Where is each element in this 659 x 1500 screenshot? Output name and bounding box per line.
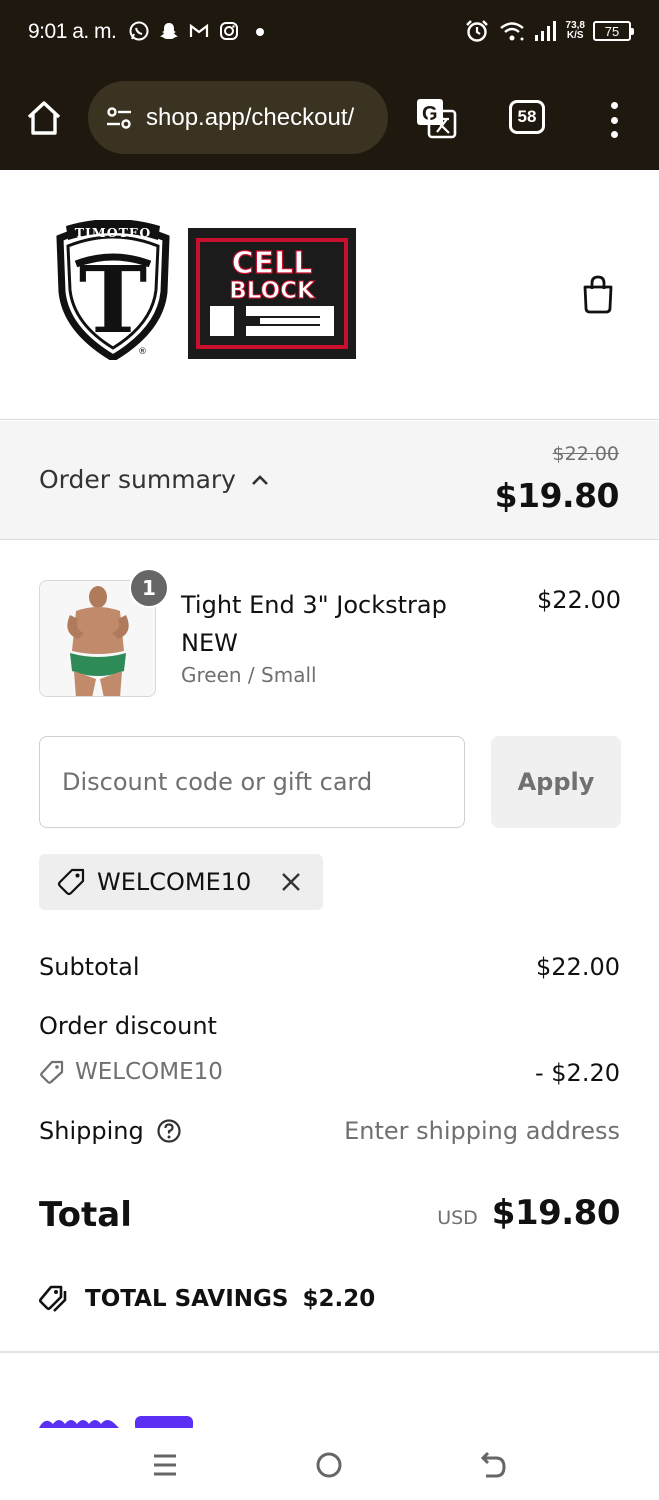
status-bar: 9:01 a. m. 73,8 K/S 75: [0, 0, 659, 66]
notification-icons: [128, 20, 240, 42]
applied-discount-chip: WELCOME10: [39, 854, 323, 910]
more-notifications-dot: [256, 28, 264, 36]
shipping-value: Enter shipping address: [344, 1117, 620, 1145]
total-savings-label: TOTAL SAVINGS: [85, 1286, 289, 1312]
home-icon[interactable]: [24, 98, 64, 138]
address-bar[interactable]: shop.app/checkout/: [88, 81, 388, 154]
total-label: Total: [39, 1195, 132, 1235]
cart-icon[interactable]: [580, 274, 616, 314]
discount-code-input[interactable]: [39, 736, 465, 828]
wifi-icon: [499, 22, 524, 41]
network-speed-unit: K/S: [566, 30, 584, 41]
status-time: 9:01 a. m.: [28, 20, 117, 43]
total-amount: $19.80: [491, 1193, 621, 1233]
total-currency: USD: [437, 1207, 478, 1229]
subtotal-value: $22.00: [536, 953, 620, 981]
order-summary-label: Order summary: [39, 465, 236, 494]
tab-switcher-button[interactable]: 58: [509, 100, 545, 134]
svg-text:BLOCK: BLOCK: [229, 278, 316, 304]
browser-toolbar: shop.app/checkout/ G 58: [0, 66, 659, 170]
gmail-icon: [189, 23, 209, 37]
svg-text:CELL: CELL: [232, 246, 313, 281]
site-settings-icon[interactable]: [104, 103, 134, 133]
subtotal-label: Subtotal: [39, 953, 140, 981]
total-savings-row: TOTAL SAVINGS $2.20: [39, 1283, 375, 1315]
total-amount-group: USD $19.80: [437, 1193, 620, 1233]
whatsapp-icon: [129, 21, 149, 41]
cell-signal-icon: [534, 21, 556, 41]
shipping-label: Shipping: [39, 1117, 144, 1145]
instagram-icon: [220, 22, 238, 40]
more-menu-icon[interactable]: [602, 100, 626, 140]
order-discount-value: - $2.20: [535, 1059, 620, 1087]
applied-discount-code: WELCOME10: [97, 868, 252, 896]
product-variant: Green / Small: [181, 663, 317, 687]
snapchat-icon: [160, 23, 178, 39]
url-text[interactable]: shop.app/checkout/: [146, 104, 378, 132]
help-circle-icon[interactable]: [156, 1118, 182, 1144]
quantity-badge: 1: [129, 568, 169, 608]
svg-text:®: ®: [138, 347, 147, 357]
store-header: TIMOTEO T ® CELL BLOCK ®: [0, 170, 659, 420]
order-summary-toggle[interactable]: Order summary: [39, 465, 270, 494]
home-nav-icon[interactable]: [314, 1450, 344, 1480]
line-item: 1 Tight End 3" Jockstrap NEW Green / Sma…: [39, 568, 621, 698]
order-discount-code-row: WELCOME10: [39, 1059, 223, 1085]
product-price: $22.00: [537, 586, 621, 614]
compare-at-price: $22.00: [552, 443, 619, 465]
remove-discount-icon[interactable]: [279, 870, 303, 894]
section-divider: [0, 1351, 659, 1353]
savings-tag-icon: [39, 1285, 67, 1312]
order-discount-code: WELCOME10: [75, 1059, 223, 1085]
system-status-icons: 73,8 K/S 75: [464, 18, 634, 44]
battery-level: 75: [604, 23, 620, 39]
summary-total-price: $19.80: [494, 476, 620, 515]
network-speed: 73,8 K/S: [566, 21, 585, 41]
apply-discount-button[interactable]: Apply: [491, 736, 621, 828]
order-summary-bar[interactable]: Order summary $22.00 $19.80: [0, 421, 659, 540]
total-savings-value: $2.20: [302, 1286, 376, 1312]
order-discount-label: Order discount: [39, 1012, 217, 1040]
system-navigation-bar: [0, 1428, 659, 1500]
tag-icon: [40, 1060, 64, 1084]
tag-icon: [57, 868, 85, 896]
cell-block-13-logo[interactable]: CELL BLOCK ®: [188, 228, 356, 359]
svg-text:TIMOTEO: TIMOTEO: [75, 225, 152, 240]
timoteo-logo[interactable]: TIMOTEO T ®: [52, 220, 174, 360]
shipping-label-row: Shipping: [39, 1117, 182, 1145]
recent-apps-icon[interactable]: [150, 1450, 180, 1480]
translate-icon[interactable]: G: [414, 96, 458, 140]
alarm-icon: [465, 20, 488, 42]
back-icon[interactable]: [478, 1450, 508, 1480]
battery-icon: 75: [593, 21, 634, 41]
product-name: Tight End 3" Jockstrap NEW: [181, 591, 447, 657]
shop-pay-logo[interactable]: [39, 1410, 199, 1428]
chevron-up-icon: [252, 474, 268, 485]
